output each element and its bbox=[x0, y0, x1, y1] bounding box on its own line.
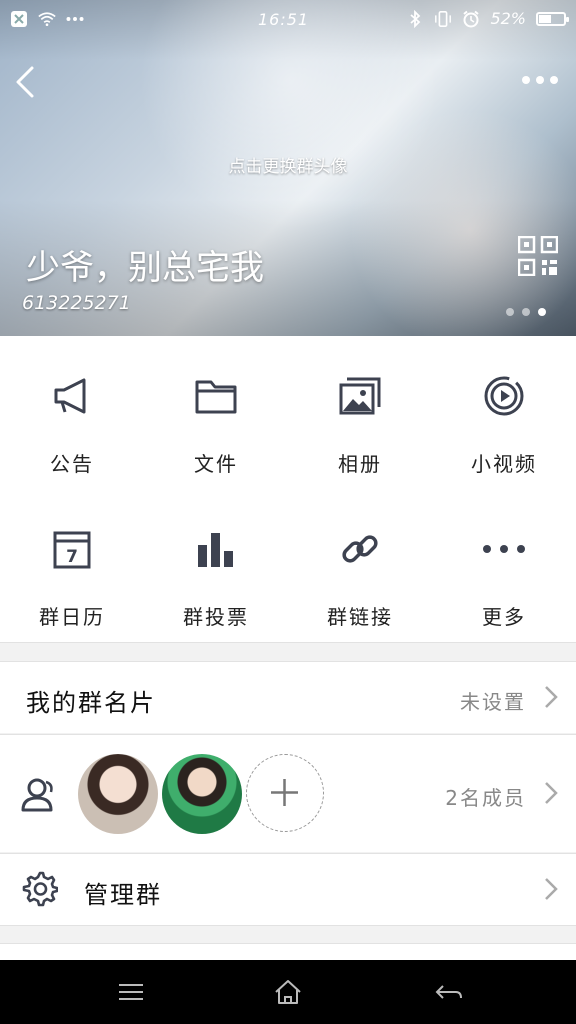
battery-level bbox=[539, 14, 551, 23]
members-row[interactable]: 2名成员 bbox=[0, 734, 576, 852]
bar-chart-icon bbox=[194, 527, 238, 571]
feature-group-vote[interactable]: 群投票 bbox=[144, 489, 288, 642]
battery-percent: 52% bbox=[490, 9, 526, 28]
feature-label: 群日历 bbox=[39, 605, 105, 629]
alarm-icon bbox=[462, 10, 480, 28]
group-name: 少爷，别总宅我 bbox=[26, 248, 264, 288]
feature-group-calendar[interactable]: 7 群日历 bbox=[0, 489, 144, 642]
system-back-icon[interactable] bbox=[434, 978, 464, 1006]
members-icon bbox=[20, 776, 58, 812]
feature-label: 群投票 bbox=[183, 605, 249, 629]
status-time: 16:51 bbox=[258, 10, 310, 29]
feature-label: 公告 bbox=[50, 452, 94, 476]
feature-files[interactable]: 文件 bbox=[144, 336, 288, 489]
megaphone-icon bbox=[50, 374, 94, 418]
member-avatar[interactable] bbox=[162, 754, 242, 834]
wifi-icon bbox=[38, 10, 56, 28]
folder-icon bbox=[194, 374, 238, 418]
manage-group-row[interactable]: 管理群 bbox=[0, 853, 576, 925]
feature-label: 群链接 bbox=[327, 605, 393, 629]
feature-label: 更多 bbox=[482, 605, 526, 629]
video-play-icon bbox=[482, 374, 526, 418]
divider bbox=[0, 853, 576, 854]
member-avatar[interactable] bbox=[78, 754, 158, 834]
qr-code-icon[interactable] bbox=[517, 235, 559, 277]
chevron-right-icon bbox=[544, 877, 558, 901]
divider bbox=[0, 734, 576, 735]
chevron-right-icon bbox=[544, 685, 558, 709]
calendar-day: 7 bbox=[66, 547, 78, 567]
link-icon bbox=[338, 527, 382, 571]
feature-grid: 公告 文件 相册 小视频 7 群日历 群投票 群链接 更多 bbox=[0, 336, 576, 642]
divider bbox=[0, 642, 576, 643]
feature-label: 相册 bbox=[338, 452, 382, 476]
feature-label: 文件 bbox=[194, 452, 238, 476]
gear-icon bbox=[22, 871, 59, 907]
add-member-button[interactable] bbox=[246, 754, 324, 832]
more-dots-icon bbox=[482, 527, 526, 571]
back-button[interactable] bbox=[10, 62, 46, 102]
battery-icon bbox=[536, 11, 569, 26]
overflow-status-icon bbox=[66, 10, 84, 28]
manage-group-title: 管理群 bbox=[84, 881, 162, 909]
feature-more[interactable]: 更多 bbox=[432, 489, 576, 642]
photo-album-icon bbox=[338, 374, 382, 418]
member-count: 2名成员 bbox=[445, 786, 526, 810]
divider bbox=[0, 943, 576, 944]
menu-icon[interactable] bbox=[116, 978, 146, 1006]
feature-short-video[interactable]: 小视频 bbox=[432, 336, 576, 489]
home-icon[interactable] bbox=[273, 978, 303, 1006]
page-dot bbox=[506, 308, 514, 316]
change-avatar-hint[interactable]: 点击更换群头像 bbox=[0, 152, 576, 177]
notification-icon bbox=[10, 10, 28, 28]
vibrate-icon bbox=[434, 10, 452, 28]
feature-group-link[interactable]: 群链接 bbox=[288, 489, 432, 642]
my-group-card-value: 未设置 bbox=[460, 690, 526, 714]
feature-album[interactable]: 相册 bbox=[288, 336, 432, 489]
group-id: 613225271 bbox=[22, 292, 131, 314]
feature-announcement[interactable]: 公告 bbox=[0, 336, 144, 489]
system-navigation-bar bbox=[0, 960, 576, 1024]
page-indicator bbox=[506, 308, 546, 316]
page-dot bbox=[538, 308, 546, 316]
next-row-partial bbox=[0, 943, 576, 960]
calendar-icon: 7 bbox=[50, 527, 94, 571]
bluetooth-icon bbox=[406, 9, 424, 28]
page-dot bbox=[522, 308, 530, 316]
more-options-button[interactable] bbox=[518, 68, 562, 92]
divider bbox=[0, 661, 576, 662]
status-bar: 16:51 52% bbox=[0, 0, 576, 40]
feature-label: 小视频 bbox=[471, 452, 537, 476]
my-group-card-title: 我的群名片 bbox=[26, 689, 156, 717]
my-group-card-row[interactable]: 我的群名片 未设置 bbox=[0, 661, 576, 733]
chevron-right-icon bbox=[544, 781, 558, 805]
group-header-banner[interactable]: 16:51 52% 点击更换群头像 少爷，别总宅我 613225271 bbox=[0, 0, 576, 336]
divider bbox=[0, 925, 576, 926]
